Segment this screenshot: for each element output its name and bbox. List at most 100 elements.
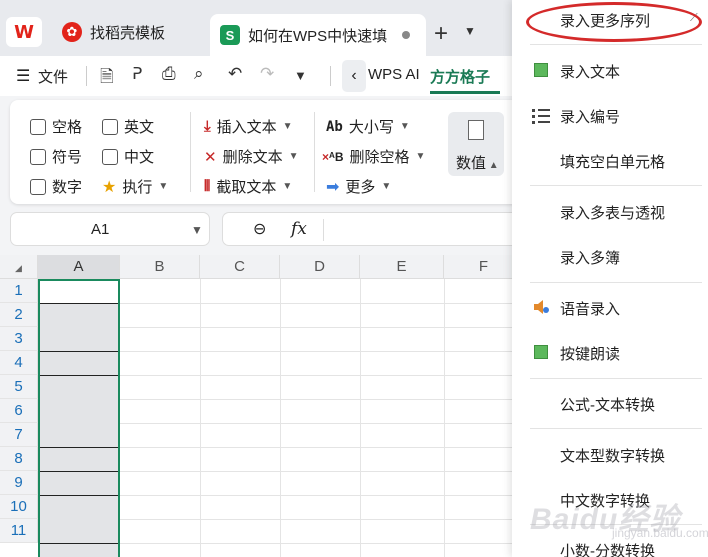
print-icon[interactable]: ⎙ xyxy=(162,64,176,84)
column-header-d[interactable]: D xyxy=(280,255,360,279)
column-header-f[interactable]: F xyxy=(444,255,522,279)
delete-text-button[interactable]: ✕ 删除文本 ▼ xyxy=(204,146,299,167)
row-header[interactable]: 7 xyxy=(0,423,38,447)
checkbox-box[interactable] xyxy=(102,148,118,165)
scroll-left-button[interactable]: ‹ xyxy=(342,60,366,92)
tab-label: 如何在WPS中快速填 xyxy=(248,27,388,45)
case-button[interactable]: Ab 大小写 ▼ xyxy=(326,116,410,137)
menu-item-key-readout[interactable]: 按键朗读 xyxy=(560,343,620,364)
spreadsheet-grid[interactable]: ◢ A B C D E F 1 2 3 4 5 6 7 8 9 10 11 xyxy=(0,255,522,557)
row-header[interactable]: 8 xyxy=(0,447,38,471)
insert-text-button[interactable]: ⤓ 插入文本 ▼ xyxy=(204,116,293,137)
row-header[interactable]: 10 xyxy=(0,495,38,519)
row-header[interactable]: 1 xyxy=(0,279,38,303)
checkbox-number[interactable]: 数字 xyxy=(30,176,82,197)
checkbox-box[interactable] xyxy=(30,118,46,135)
redo-icon[interactable]: ↷ xyxy=(260,64,274,84)
menu-item-voice-input[interactable]: 语音录入 xyxy=(560,298,620,319)
unsaved-dot-icon[interactable] xyxy=(402,31,410,39)
menu-item-text-number-convert[interactable]: 文本型数字转换 xyxy=(560,445,665,466)
chevron-down-icon: ▼ xyxy=(381,181,392,192)
selected-column-range[interactable] xyxy=(38,279,120,557)
ribbon-panel: 空格 英文 符号 中文 数字 ★ 执行 ▼ ⤓ 插入文本 ▼ ✕ 删除文本 ▼ … xyxy=(10,100,520,204)
cell-border xyxy=(40,447,118,448)
menu-wps-ai[interactable]: WPS AI xyxy=(368,66,420,83)
divider xyxy=(86,66,87,86)
checkbox-space[interactable]: 空格 xyxy=(30,116,82,137)
menu-item-multi-sheet-pivot[interactable]: 录入多表与透视 xyxy=(560,202,665,223)
extract-text-label: 截取文本 xyxy=(216,179,277,196)
formula-bar[interactable]: ⊖ fx xyxy=(222,212,522,246)
cell-reference: A1 xyxy=(91,221,110,238)
row-header[interactable]: 2 xyxy=(0,303,38,327)
insert-text-icon: ⤓ xyxy=(204,118,211,135)
checkbox-label: 符号 xyxy=(52,149,83,166)
insert-text-label: 插入文本 xyxy=(216,119,277,136)
row-header[interactable]: 11 xyxy=(0,519,38,543)
checkbox-label: 数字 xyxy=(52,179,83,196)
delete-text-label: 删除文本 xyxy=(222,149,283,166)
execute-icon: ★ xyxy=(102,178,117,196)
quick-access-more-icon[interactable]: ▼ xyxy=(294,68,307,83)
column-header-c[interactable]: C xyxy=(200,255,280,279)
row-header[interactable]: 3 xyxy=(0,327,38,351)
execute-button[interactable]: ★ 执行 ▼ xyxy=(102,176,168,197)
column-header-b[interactable]: B xyxy=(120,255,200,279)
row-header[interactable]: 9 xyxy=(0,471,38,495)
cell-border xyxy=(40,351,118,352)
checkbox-box[interactable] xyxy=(102,118,118,135)
checkbox-english[interactable]: 英文 xyxy=(102,116,154,137)
delete-text-icon: ✕ xyxy=(204,148,217,166)
menu-item-decimal-fraction-convert[interactable]: 小数-分数转换 xyxy=(560,540,655,557)
arrow-right-icon: ➡ xyxy=(326,178,340,196)
function-icon[interactable]: fx xyxy=(291,219,307,239)
divider xyxy=(190,112,191,192)
column-header-e[interactable]: E xyxy=(360,255,444,279)
active-cell-a1[interactable] xyxy=(40,279,118,303)
menu-fangfang-gezi[interactable]: 方方格子 xyxy=(430,66,490,87)
numeric-value-button[interactable]: 数值 ▲ xyxy=(448,112,504,176)
wps-logo-button[interactable]: W xyxy=(6,17,42,47)
row-header[interactable]: 5 xyxy=(0,375,38,399)
checkbox-symbol[interactable]: 符号 xyxy=(30,146,82,167)
save-icon[interactable]: 🗎 xyxy=(100,64,114,93)
chevron-down-icon: ▼ xyxy=(282,121,293,132)
checkbox-box[interactable] xyxy=(30,178,46,195)
new-tab-button[interactable]: + xyxy=(434,20,448,48)
numbered-list-icon xyxy=(532,107,550,125)
format-painter-icon[interactable]: ᕈ xyxy=(132,64,142,84)
menu-item-enter-text[interactable]: 录入文本 xyxy=(560,61,620,82)
docer-icon: ✿ xyxy=(62,22,82,42)
wps-logo-icon: W xyxy=(14,21,34,43)
document-icon xyxy=(468,120,484,140)
print-preview-icon[interactable]: ⌕ xyxy=(194,64,204,84)
execute-label: 执行 xyxy=(122,179,153,196)
file-menu[interactable]: 文件 xyxy=(38,66,68,87)
menu-item-fill-blank-cells[interactable]: 填充空白单元格 xyxy=(560,151,665,172)
name-box[interactable]: A1 ▼ xyxy=(10,212,210,246)
menu-item-multi-workbook[interactable]: 录入多簿 xyxy=(560,247,620,268)
checkbox-chinese[interactable]: 中文 xyxy=(102,146,154,167)
extract-text-button[interactable]: ⫴ 截取文本 ▼ xyxy=(204,176,292,197)
menu-item-formula-text-convert[interactable]: 公式-文本转换 xyxy=(560,394,655,415)
zoom-icon[interactable]: ⊖ xyxy=(253,219,266,239)
row-header[interactable]: 6 xyxy=(0,399,38,423)
undo-icon[interactable]: ↶ xyxy=(228,64,242,84)
select-all-corner[interactable]: ◢ xyxy=(0,255,38,279)
menu-item-enter-numbers[interactable]: 录入编号 xyxy=(560,106,620,127)
chevron-down-icon[interactable]: ▼ xyxy=(191,223,203,237)
checkbox-box[interactable] xyxy=(30,148,46,165)
delete-space-button[interactable]: ×ᴬB 删除空格 ▼ xyxy=(322,146,425,167)
row-header[interactable]: 4 xyxy=(0,351,38,375)
delete-space-icon: ×ᴬB xyxy=(322,149,344,164)
tab-docer-templates[interactable]: ✿ 找稻壳模板 xyxy=(52,14,204,50)
column-header-a[interactable]: A xyxy=(38,255,120,279)
tabs-menu-chevron-icon[interactable]: ▼ xyxy=(464,24,476,38)
menu-item-more-sequences[interactable]: 录入更多序列 xyxy=(560,10,650,31)
divider xyxy=(323,219,324,241)
tab-spreadsheet[interactable]: S 如何在WPS中快速填 xyxy=(210,14,426,56)
divider xyxy=(314,112,315,192)
hamburger-menu-icon[interactable]: ☰ xyxy=(16,66,30,86)
green-square-icon xyxy=(534,345,548,359)
more-button[interactable]: ➡ 更多 ▼ xyxy=(326,176,391,197)
